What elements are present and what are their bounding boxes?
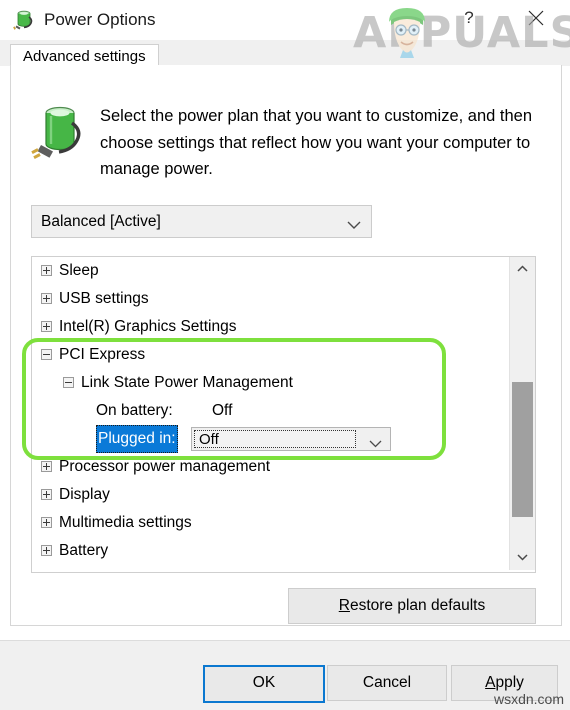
tree-row-label: Intel(R) Graphics Settings — [59, 318, 237, 335]
tree-row[interactable]: PCI Express — [32, 341, 509, 369]
restore-accel-letter: R — [338, 597, 350, 614]
plugged-in-combobox[interactable]: Off — [191, 427, 391, 451]
tree-row[interactable]: Sleep — [32, 257, 509, 285]
tree-row[interactable]: Link State Power Management — [32, 369, 509, 397]
tree-row[interactable]: USB settings — [32, 285, 509, 313]
title-bar: Power Options ? — [0, 0, 570, 40]
tree-rows-container: Sleep USB settings Intel(R) Graphics Setti… — [32, 257, 509, 565]
collapse-icon[interactable] — [63, 377, 74, 388]
cancel-button[interactable]: Cancel — [327, 665, 447, 701]
collapse-icon[interactable] — [41, 349, 52, 360]
tree-row-label: Display — [59, 486, 110, 503]
tree-row[interactable]: Intel(R) Graphics Settings — [32, 313, 509, 341]
tree-row[interactable]: Multimedia settings — [32, 509, 509, 537]
chevron-down-icon — [347, 217, 361, 234]
scrollbar-down-arrow-icon[interactable] — [510, 546, 535, 570]
expand-icon[interactable] — [41, 321, 52, 332]
expand-icon[interactable] — [41, 545, 52, 556]
window-title: Power Options — [44, 10, 156, 29]
source-watermark: wsxdn.com — [493, 691, 564, 707]
expand-icon[interactable] — [41, 461, 52, 472]
tree-row-label: Plugged in: — [96, 425, 178, 453]
tree-row[interactable]: On battery: Off — [32, 397, 509, 425]
advanced-settings-tree[interactable]: Sleep USB settings Intel(R) Graphics Setti… — [31, 256, 536, 573]
tree-row-value: Off — [212, 402, 233, 419]
tree-row-label: Processor power management — [59, 458, 271, 475]
plugged-in-combobox-field[interactable]: Off — [194, 430, 356, 448]
battery-plug-icon — [12, 8, 36, 32]
scrollbar-up-arrow-icon[interactable] — [510, 257, 535, 281]
tree-row[interactable]: Processor power management — [32, 453, 509, 481]
expand-icon[interactable] — [41, 265, 52, 276]
close-icon[interactable] — [516, 2, 556, 34]
tree-row-label: Link State Power Management — [81, 374, 293, 391]
tree-row-label: Multimedia settings — [59, 514, 192, 531]
chevron-down-icon[interactable] — [369, 435, 382, 452]
panel-description: Select the power plan that you want to c… — [100, 107, 533, 178]
tree-row[interactable]: Display — [32, 481, 509, 509]
tree-row-label: Battery — [59, 542, 109, 559]
tree-row-label: PCI Express — [59, 346, 146, 363]
tree-row[interactable]: Plugged in: Off — [32, 425, 509, 453]
dialog-footer: OK Cancel Apply — [0, 640, 570, 710]
ok-button[interactable]: OK — [203, 665, 325, 703]
restore-label-rest: estore plan defaults — [349, 597, 486, 614]
tree-row-label: USB settings — [59, 290, 149, 307]
tree-row-label: Sleep — [59, 262, 99, 279]
apply-label-rest: pply — [495, 674, 524, 691]
expand-icon[interactable] — [41, 293, 52, 304]
expand-icon[interactable] — [41, 489, 52, 500]
tab-advanced-settings[interactable]: Advanced settings — [10, 44, 159, 67]
power-plan-battery-icon — [29, 100, 89, 166]
power-plan-combobox-value: Balanced [Active] — [41, 213, 161, 230]
apply-accel-letter: A — [485, 674, 496, 691]
tab-strip: Advanced settings — [0, 40, 570, 67]
tree-row-label: On battery: — [96, 402, 173, 419]
scrollbar-thumb[interactable] — [512, 382, 533, 517]
power-plan-combobox[interactable]: Balanced [Active] — [31, 205, 372, 238]
restore-plan-defaults-button[interactable]: Restore plan defaults — [288, 588, 536, 624]
help-button[interactable]: ? — [452, 2, 486, 34]
plugged-in-combobox-value: Off — [199, 431, 219, 448]
tree-row[interactable]: Battery — [32, 537, 509, 565]
tree-scrollbar[interactable] — [509, 257, 535, 570]
expand-icon[interactable] — [41, 517, 52, 528]
